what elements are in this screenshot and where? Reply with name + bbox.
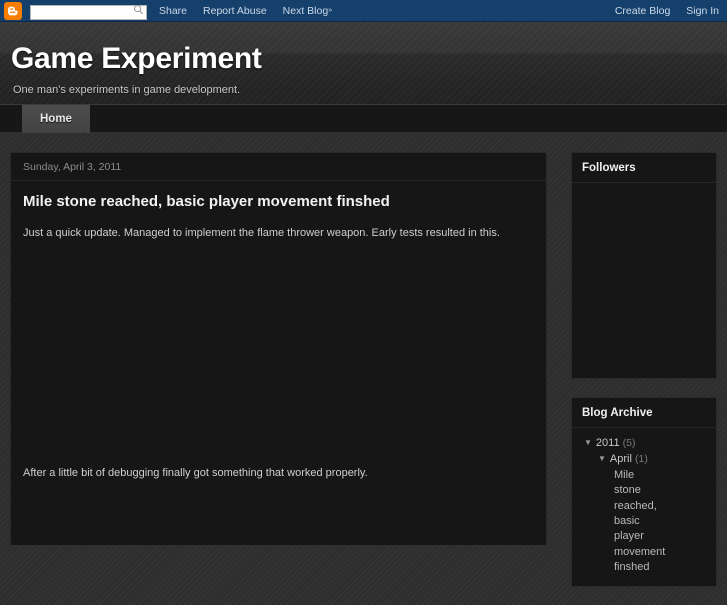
blog-archive-widget-content: ▼ 2011 (5) ▼ April (1) Mile stone reached,… <box>572 428 716 586</box>
page-tabs-bar: Home <box>0 104 727 133</box>
archive-link-april[interactable]: April <box>610 453 632 465</box>
blogger-b-icon <box>8 6 18 15</box>
post-outer: Sunday, April 3, 2011 Mile stone reached… <box>11 153 546 481</box>
widget-blog-archive: Blog Archive ▼ 2011 (5) ▼ April (1) Mile s… <box>571 397 717 588</box>
navbar-link-create-blog[interactable]: Create Blog <box>615 5 670 17</box>
blogger-navbar: Share Report Abuse Next Blog» Create Blo… <box>0 0 727 22</box>
navbar-link-next-blog-label: Next Blog <box>282 4 329 17</box>
blog-header: Game Experiment One man's experiments in… <box>0 22 727 104</box>
archive-item-year: ▼ 2011 (5) <box>582 436 706 452</box>
tab-home[interactable]: Home <box>22 105 90 133</box>
navbar-link-sign-in[interactable]: Sign In <box>686 5 719 17</box>
blog-title[interactable]: Game Experiment <box>11 42 262 76</box>
blog-archive-widget-title: Blog Archive <box>572 398 716 428</box>
navbar-link-report-abuse[interactable]: Report Abuse <box>203 5 267 17</box>
blog-post: Mile stone reached, basic player movemen… <box>11 181 546 481</box>
next-blog-chevron-icon: » <box>328 6 333 14</box>
archive-link-post[interactable]: Mile stone reached, basic player movemen… <box>614 468 698 576</box>
search-input[interactable] <box>30 4 147 20</box>
navbar-link-next-blog[interactable]: Next Blog» <box>283 5 332 17</box>
chevron-down-icon[interactable]: ▼ <box>584 437 592 449</box>
post-embedded-video[interactable] <box>23 250 534 465</box>
post-date-header: Sunday, April 3, 2011 <box>11 153 546 181</box>
chevron-down-icon[interactable]: ▼ <box>598 453 606 465</box>
widget-followers: Followers <box>571 152 717 379</box>
archive-link-2011[interactable]: 2011 <box>596 437 620 449</box>
blogger-logo-icon[interactable] <box>4 1 22 20</box>
archive-count-2011: (5) <box>622 437 636 449</box>
navbar-link-share[interactable]: Share <box>159 5 187 17</box>
archive-count-april: (1) <box>635 452 648 465</box>
followers-widget-title: Followers <box>572 153 716 183</box>
post-title[interactable]: Mile stone reached, basic player movemen… <box>23 193 534 211</box>
blog-description: One man's experiments in game developmen… <box>13 84 241 96</box>
page-tabs: Home <box>22 105 90 133</box>
archive-list: ▼ 2011 (5) ▼ April (1) Mile stone reached,… <box>582 436 706 576</box>
navbar-search[interactable] <box>30 2 147 20</box>
post-paragraph-2: After a little bit of debugging finally … <box>23 466 368 479</box>
navbar-links: Share Report Abuse Next Blog» <box>159 5 348 17</box>
archive-item-post: Mile stone reached, basic player movemen… <box>582 468 706 576</box>
navbar-right-links: Create Blog Sign In <box>599 0 719 22</box>
post-paragraph-1: Just a quick update. Managed to implemen… <box>23 227 500 239</box>
content-wrapper: Sunday, April 3, 2011 Mile stone reached… <box>0 132 727 588</box>
sidebar: Followers Blog Archive ▼ 2011 (5) ▼ April … <box>571 152 717 605</box>
archive-item-month: ▼ April (1) <box>582 452 706 468</box>
post-body: Just a quick update. Managed to implemen… <box>23 225 534 481</box>
main-column: Sunday, April 3, 2011 Mile stone reached… <box>10 152 547 545</box>
followers-widget-content[interactable] <box>572 183 716 378</box>
